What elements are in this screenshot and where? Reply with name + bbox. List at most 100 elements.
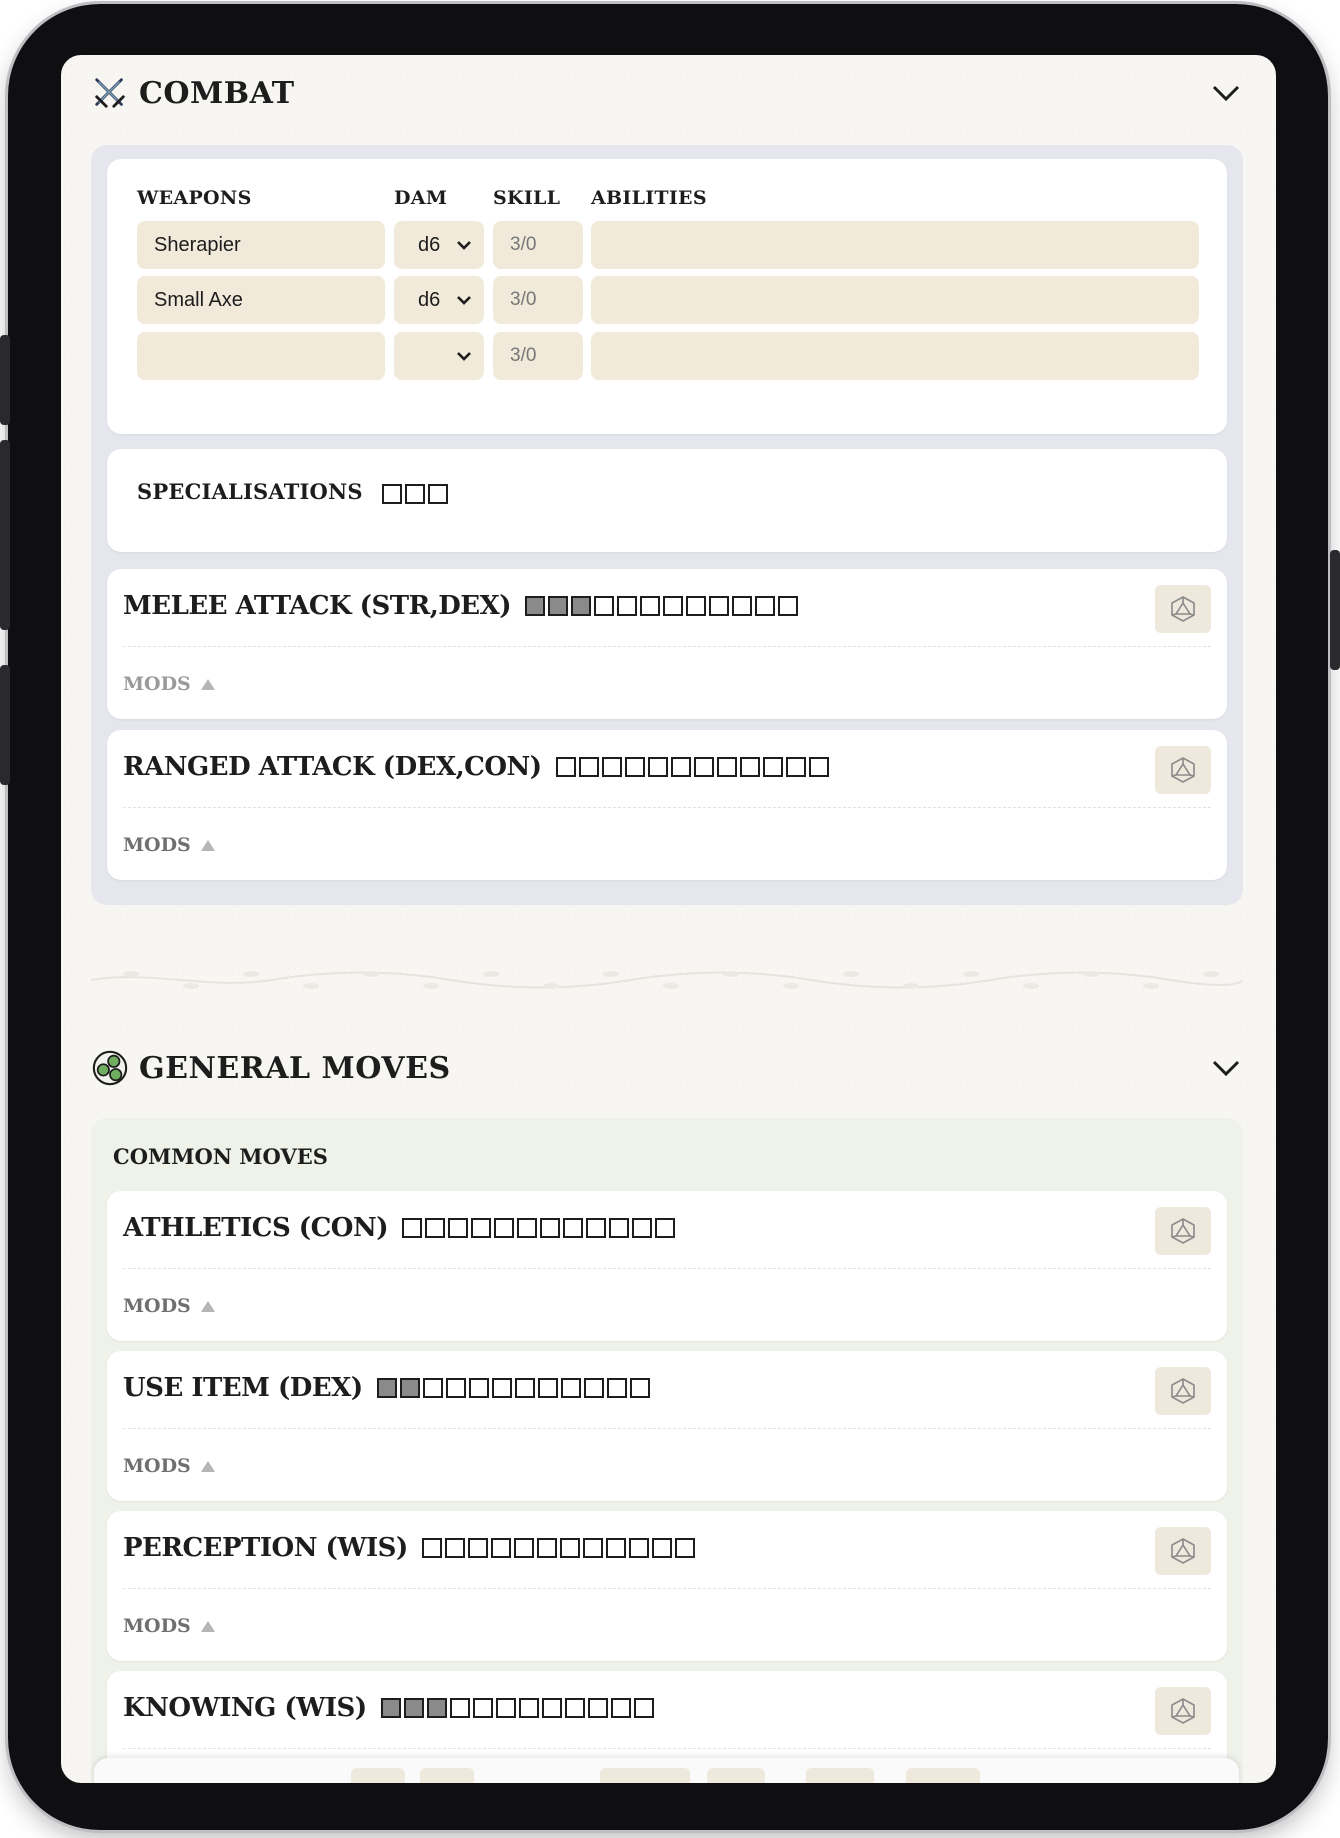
progress-checkbox[interactable] (471, 1218, 492, 1238)
progress-checkbox[interactable] (663, 596, 684, 616)
progress-checkbox[interactable] (513, 1538, 534, 1558)
progress-checkbox[interactable] (762, 757, 783, 777)
progress-checkbox[interactable] (514, 1378, 535, 1398)
progress-checkbox[interactable] (445, 1378, 466, 1398)
progress-checkbox[interactable] (560, 1378, 581, 1398)
toolbar-button[interactable] (600, 1768, 690, 1783)
toolbar-button[interactable] (351, 1768, 405, 1783)
weapon-dam-select[interactable]: d6 (394, 276, 484, 324)
progress-checkbox[interactable] (444, 1538, 465, 1558)
progress-checkbox[interactable] (610, 1698, 631, 1718)
weapon-abilities-input[interactable] (591, 332, 1199, 380)
progress-checkbox[interactable] (426, 1698, 447, 1718)
collapse-combat-button[interactable] (1206, 73, 1246, 113)
progress-checkbox[interactable] (785, 757, 806, 777)
progress-checkbox[interactable] (624, 757, 645, 777)
progress-checkbox[interactable] (617, 596, 638, 616)
progress-checkbox[interactable] (402, 1218, 423, 1238)
general-moves-section-header[interactable]: General Moves (91, 1043, 1246, 1093)
progress-checkbox[interactable] (490, 1538, 511, 1558)
progress-checkbox[interactable] (716, 757, 737, 777)
progress-checkbox[interactable] (674, 1538, 695, 1558)
progress-checkbox[interactable] (587, 1698, 608, 1718)
progress-checkbox[interactable] (376, 1378, 397, 1398)
progress-checkbox[interactable] (739, 757, 760, 777)
progress-checkbox[interactable] (491, 1378, 512, 1398)
progress-checkbox[interactable] (732, 596, 753, 616)
progress-checkbox[interactable] (629, 1378, 650, 1398)
progress-checkbox[interactable] (472, 1698, 493, 1718)
progress-checkbox[interactable] (399, 1378, 420, 1398)
progress-checkbox[interactable] (537, 1378, 558, 1398)
progress-checkbox[interactable] (564, 1698, 585, 1718)
progress-checkbox[interactable] (582, 1538, 603, 1558)
progress-checkbox[interactable] (548, 596, 569, 616)
progress-checkbox[interactable] (559, 1538, 580, 1558)
progress-checkbox[interactable] (633, 1698, 654, 1718)
progress-checkbox[interactable] (405, 483, 426, 504)
progress-checkbox[interactable] (541, 1698, 562, 1718)
progress-checkbox[interactable] (517, 1218, 538, 1238)
progress-checkbox[interactable] (594, 596, 615, 616)
progress-checkbox[interactable] (655, 1218, 676, 1238)
toolbar-button[interactable] (906, 1768, 980, 1783)
toolbar-button[interactable] (707, 1768, 765, 1783)
progress-checkbox[interactable] (628, 1538, 649, 1558)
mods-toggle[interactable]: Mods (123, 834, 215, 856)
progress-checkbox[interactable] (583, 1378, 604, 1398)
roll-dice-button[interactable] (1155, 1527, 1211, 1575)
progress-checkbox[interactable] (606, 1378, 627, 1398)
progress-checkbox[interactable] (540, 1218, 561, 1238)
progress-checkbox[interactable] (448, 1218, 469, 1238)
roll-dice-button[interactable] (1155, 1207, 1211, 1255)
progress-checkbox[interactable] (647, 757, 668, 777)
collapse-general-moves-button[interactable] (1206, 1048, 1246, 1088)
progress-checkbox[interactable] (494, 1218, 515, 1238)
progress-checkbox[interactable] (536, 1538, 557, 1558)
progress-checkbox[interactable] (651, 1538, 672, 1558)
progress-checkbox[interactable] (808, 757, 829, 777)
roll-dice-button[interactable] (1155, 1367, 1211, 1415)
progress-checkbox[interactable] (495, 1698, 516, 1718)
weapon-abilities-input[interactable] (591, 221, 1199, 269)
weapon-dam-select[interactable] (394, 332, 484, 380)
progress-checkbox[interactable] (601, 757, 622, 777)
progress-checkbox[interactable] (563, 1218, 584, 1238)
weapon-name-input[interactable]: Small Axe (137, 276, 385, 324)
weapon-dam-select[interactable]: d6 (394, 221, 484, 269)
mods-toggle[interactable]: Mods (123, 673, 215, 695)
progress-checkbox[interactable] (778, 596, 799, 616)
progress-checkbox[interactable] (578, 757, 599, 777)
mods-toggle[interactable]: Mods (123, 1295, 215, 1317)
roll-dice-button[interactable] (1155, 746, 1211, 794)
progress-checkbox[interactable] (425, 1218, 446, 1238)
progress-checkbox[interactable] (632, 1218, 653, 1238)
progress-checkbox[interactable] (640, 596, 661, 616)
progress-checkbox[interactable] (525, 596, 546, 616)
roll-dice-button[interactable] (1155, 1687, 1211, 1735)
progress-checkbox[interactable] (382, 483, 403, 504)
toolbar-button[interactable] (420, 1768, 474, 1783)
progress-checkbox[interactable] (518, 1698, 539, 1718)
weapon-name-input[interactable]: Sherapier (137, 221, 385, 269)
progress-checkbox[interactable] (468, 1378, 489, 1398)
progress-checkbox[interactable] (571, 596, 592, 616)
weapon-name-input[interactable] (137, 332, 385, 380)
progress-checkbox[interactable] (686, 596, 707, 616)
progress-checkbox[interactable] (449, 1698, 470, 1718)
progress-checkbox[interactable] (428, 483, 449, 504)
progress-checkbox[interactable] (403, 1698, 424, 1718)
progress-checkbox[interactable] (586, 1218, 607, 1238)
progress-checkbox[interactable] (380, 1698, 401, 1718)
progress-checkbox[interactable] (467, 1538, 488, 1558)
progress-checkbox[interactable] (670, 757, 691, 777)
progress-checkbox[interactable] (605, 1538, 626, 1558)
weapon-skill-input[interactable]: 3/0 (493, 276, 583, 324)
roll-dice-button[interactable] (1155, 585, 1211, 633)
progress-checkbox[interactable] (555, 757, 576, 777)
progress-checkbox[interactable] (422, 1378, 443, 1398)
progress-checkbox[interactable] (609, 1218, 630, 1238)
progress-checkbox[interactable] (755, 596, 776, 616)
mods-toggle[interactable]: Mods (123, 1615, 215, 1637)
progress-checkbox[interactable] (421, 1538, 442, 1558)
